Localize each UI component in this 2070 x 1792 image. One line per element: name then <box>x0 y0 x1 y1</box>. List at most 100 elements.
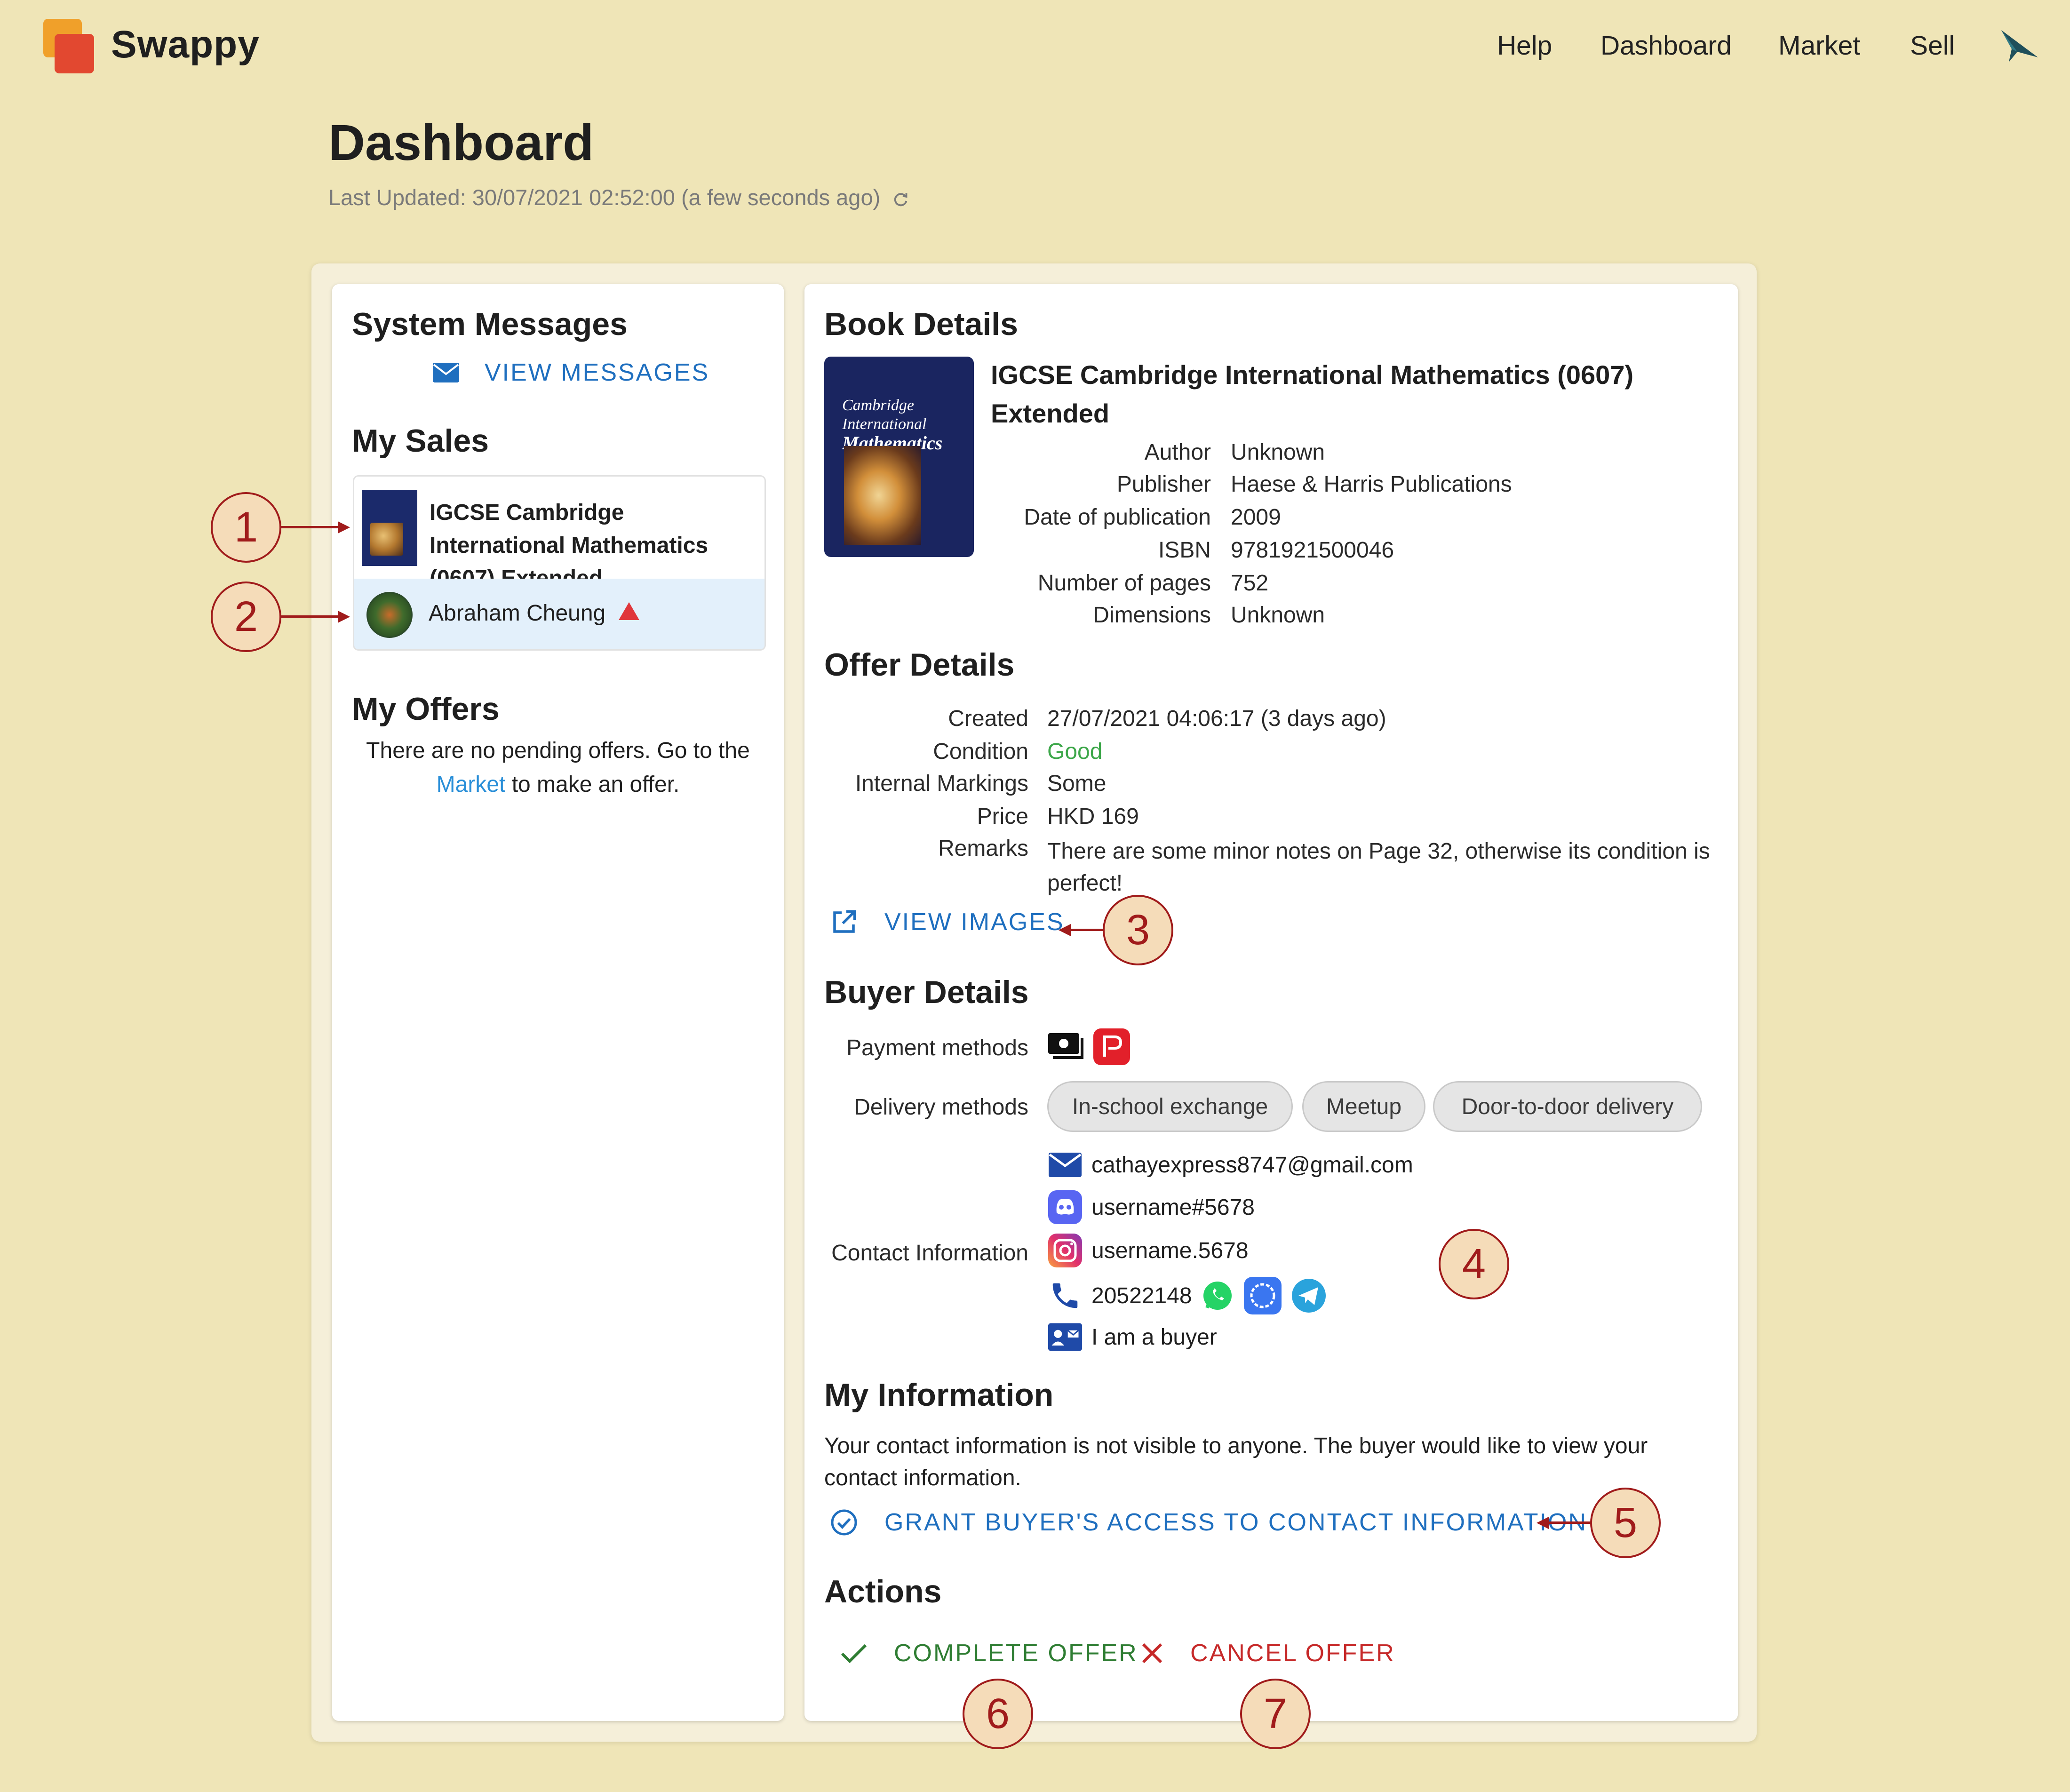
offer-field-label: Created <box>948 706 1028 731</box>
contact-phone-row: 20522148 <box>1047 1276 1327 1315</box>
mail-icon <box>433 363 459 382</box>
complete-offer-button[interactable]: COMPLETE OFFER <box>840 1639 1138 1667</box>
callout-arrow <box>1548 1521 1591 1524</box>
book-field-value: Haese & Harris Publications <box>1231 472 1512 497</box>
cancel-offer-button[interactable]: CANCEL OFFER <box>1140 1639 1395 1667</box>
actions-title: Actions <box>824 1574 942 1609</box>
contact-email-row: cathayexpress8747@gmail.com <box>1047 1147 1413 1183</box>
my-information-title: My Information <box>824 1377 1054 1413</box>
buyer-discord: username#5678 <box>1091 1195 1255 1220</box>
callout-1: 1 <box>211 492 281 563</box>
phone-icon <box>1052 1283 1078 1308</box>
market-link[interactable]: Market <box>437 772 506 797</box>
book-details-title: Book Details <box>824 306 1018 342</box>
signal-icon <box>1243 1277 1282 1314</box>
email-icon <box>1049 1153 1082 1177</box>
offer-details-title: Offer Details <box>824 647 1015 683</box>
whatsapp-icon <box>1203 1282 1232 1310</box>
callout-3: 3 <box>1103 895 1173 965</box>
check-circle-icon <box>831 1509 857 1536</box>
book-field-value: 9781921500046 <box>1231 538 1394 563</box>
callout-arrow <box>1068 929 1104 931</box>
view-messages-label: VIEW MESSAGES <box>485 359 710 386</box>
buyer-item[interactable]: Abraham Cheung <box>353 579 766 651</box>
discord-icon <box>1048 1190 1082 1224</box>
my-information-text: Your contact information is not visible … <box>824 1434 1648 1490</box>
buyer-email: cathayexpress8747@gmail.com <box>1091 1152 1413 1178</box>
callout-4: 4 <box>1439 1229 1509 1299</box>
nav-sell[interactable]: Sell <box>1910 30 1955 61</box>
callout-2: 2 <box>211 581 281 652</box>
offer-field-value: Some <box>1047 771 1107 796</box>
brand-name[interactable]: Swappy <box>111 23 260 67</box>
price-value: HKD 169 <box>1047 804 1139 829</box>
contact-role-row: I am a buyer <box>1047 1319 1217 1355</box>
payment-methods-label: Payment methods <box>846 1035 1028 1060</box>
payme-icon <box>1093 1028 1130 1065</box>
page-title: Dashboard <box>328 114 594 171</box>
arrowhead-icon <box>338 611 350 623</box>
view-messages-button[interactable]: VIEW MESSAGES <box>432 358 709 387</box>
book-name: IGCSE Cambridge International Mathematic… <box>991 360 1634 428</box>
refresh-icon[interactable] <box>893 191 910 208</box>
book-field-label: Date of publication <box>1024 505 1211 530</box>
my-sales-title: My Sales <box>352 423 489 459</box>
complete-offer-label: COMPLETE OFFER <box>894 1640 1138 1667</box>
nav-help[interactable]: Help <box>1497 30 1552 61</box>
nav-dashboard[interactable]: Dashboard <box>1600 30 1732 61</box>
view-images-label: VIEW IMAGES <box>884 908 1065 936</box>
telegram-icon <box>1291 1279 1326 1313</box>
buyer-name: Abraham Cheung <box>429 601 606 626</box>
buyer-role: I am a buyer <box>1091 1324 1217 1350</box>
last-updated: Last Updated: 30/07/2021 02:52:00 (a few… <box>328 184 910 210</box>
callout-arrow <box>281 526 338 528</box>
nav-market[interactable]: Market <box>1778 30 1860 61</box>
remarks-value: There are some minor notes on Page 32, o… <box>1047 839 1710 896</box>
book-field-value: Unknown <box>1231 440 1325 465</box>
no-offers-message: There are no pending offers. Go to the M… <box>348 734 768 802</box>
contact-instagram-row: username.5678 <box>1047 1233 1249 1268</box>
no-offers-text-before: There are no pending offers. Go to the <box>366 738 750 763</box>
offer-field-label: Internal Markings <box>855 771 1028 796</box>
view-images-button[interactable]: VIEW IMAGES <box>830 908 1065 936</box>
callout-7: 7 <box>1240 1679 1311 1749</box>
book-field-value: Unknown <box>1231 603 1325 628</box>
warning-icon <box>619 602 639 620</box>
arrowhead-icon <box>1059 924 1071 936</box>
no-offers-text-after: to make an offer. <box>511 772 680 797</box>
contact-information-label: Contact Information <box>831 1241 1028 1266</box>
buyer-phone: 20522148 <box>1091 1283 1192 1308</box>
book-field-label: Number of pages <box>1037 571 1211 596</box>
book-field-value: 2009 <box>1231 505 1281 530</box>
offer-field-label: Condition <box>933 739 1028 764</box>
grant-access-label: GRANT BUYER'S ACCESS TO CONTACT INFORMAT… <box>884 1509 1587 1536</box>
callout-arrow <box>281 615 338 618</box>
delivery-chip-meetup[interactable]: Meetup <box>1302 1081 1425 1132</box>
delivery-chip-in-school[interactable]: In-school exchange <box>1047 1081 1293 1132</box>
delivery-chip-door-to-door[interactable]: Door-to-door delivery <box>1433 1081 1702 1132</box>
my-offers-title: My Offers <box>352 691 500 727</box>
arrowhead-icon <box>338 521 350 534</box>
last-updated-text: Last Updated: 30/07/2021 02:52:00 (a few… <box>328 185 881 210</box>
offer-field-value: 27/07/2021 04:06:17 (3 days ago) <box>1047 706 1386 731</box>
cash-icon <box>1048 1033 1083 1059</box>
cover-small-text: Cambridge International <box>842 397 927 433</box>
paper-plane-logo-icon[interactable] <box>1998 27 2041 65</box>
cancel-offer-label: CANCEL OFFER <box>1190 1640 1395 1667</box>
book-cover: Cambridge International Mathematics <box>824 357 974 557</box>
book-field-label: Dimensions <box>1093 603 1211 628</box>
grant-access-button[interactable]: GRANT BUYER'S ACCESS TO CONTACT INFORMAT… <box>830 1508 1587 1537</box>
buyer-instagram: username.5678 <box>1091 1238 1249 1263</box>
swappy-logo-icon[interactable] <box>43 19 95 75</box>
sale-item[interactable]: IGCSE Cambridge International Mathematic… <box>353 475 766 591</box>
arrowhead-icon <box>1537 1517 1549 1529</box>
contact-discord-row: username#5678 <box>1047 1189 1255 1225</box>
delivery-methods-label: Delivery methods <box>854 1095 1028 1120</box>
book-thumbnail <box>362 490 417 566</box>
book-field-value: 752 <box>1231 571 1269 596</box>
book-field-label: ISBN <box>1158 538 1211 563</box>
avatar <box>366 592 413 638</box>
check-icon <box>841 1644 867 1664</box>
external-link-icon <box>833 910 856 933</box>
offer-field-label: Remarks <box>938 836 1028 861</box>
